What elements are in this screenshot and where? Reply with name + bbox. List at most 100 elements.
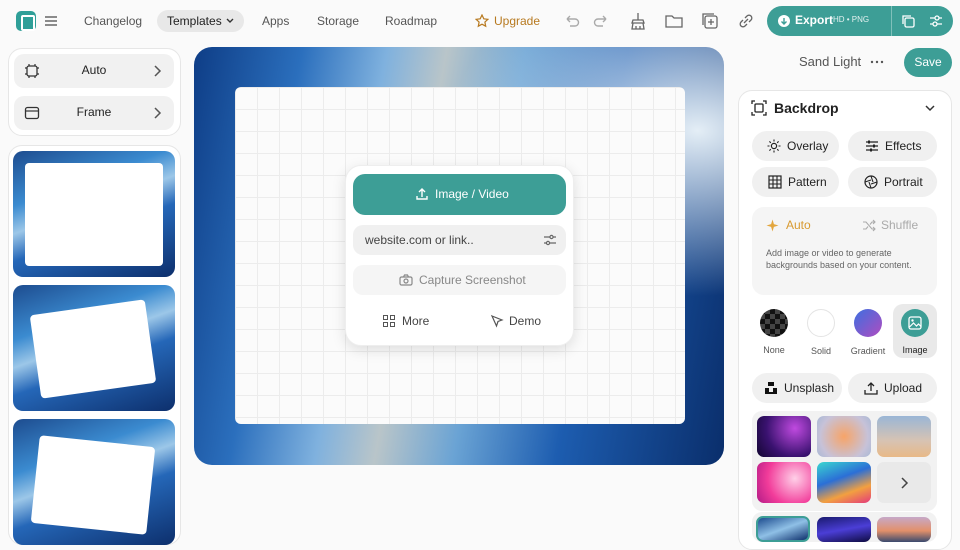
more-button[interactable]: More bbox=[382, 312, 452, 330]
backdrop-thumb[interactable] bbox=[817, 462, 871, 503]
nav-roadmap[interactable]: Roadmap bbox=[385, 10, 437, 32]
backdrop-image-tab[interactable]: Image bbox=[893, 304, 937, 358]
backdrop-thumb[interactable] bbox=[757, 416, 811, 457]
capture-label: Capture Screenshot bbox=[419, 273, 526, 287]
effects-button[interactable]: Effects bbox=[848, 131, 937, 161]
backdrop-gradient-swatch[interactable] bbox=[854, 309, 882, 337]
auto-layout-button[interactable]: Auto bbox=[14, 54, 174, 88]
effects-label: Effects bbox=[885, 139, 922, 153]
sparkle-icon bbox=[766, 219, 779, 232]
upload-icon bbox=[864, 381, 878, 395]
capture-screenshot-button[interactable]: Capture Screenshot bbox=[353, 265, 566, 295]
upload-icon bbox=[415, 187, 429, 201]
backdrop-thumb-selected[interactable] bbox=[756, 516, 810, 542]
upload-backdrop-label: Upload bbox=[884, 381, 923, 395]
export-divider bbox=[891, 6, 892, 36]
sun-icon bbox=[767, 139, 781, 153]
upload-backdrop-button[interactable]: Upload bbox=[848, 373, 937, 403]
upload-label: Image / Video bbox=[435, 187, 509, 201]
aperture-icon bbox=[864, 175, 878, 189]
pattern-button[interactable]: Pattern bbox=[752, 167, 839, 197]
backdrop-thumb[interactable] bbox=[817, 517, 871, 542]
grid-icon bbox=[382, 314, 396, 328]
folder-icon[interactable] bbox=[663, 10, 685, 32]
upload-image-video-button[interactable]: Image / Video bbox=[353, 174, 566, 215]
backdrop-thumb[interactable] bbox=[877, 517, 931, 542]
nav-changelog[interactable]: Changelog bbox=[84, 10, 142, 32]
grid-pattern-icon bbox=[768, 175, 782, 189]
frame-button[interactable]: Frame bbox=[14, 96, 174, 130]
copy-icon[interactable] bbox=[900, 13, 916, 29]
export-button[interactable]: Export HD • PNG bbox=[767, 6, 953, 36]
chevron-right-icon bbox=[152, 106, 162, 120]
portrait-label: Portrait bbox=[884, 175, 923, 189]
backdrop-icon bbox=[751, 100, 767, 116]
backdrop-thumb[interactable] bbox=[817, 416, 871, 457]
theme-name[interactable]: Sand Light bbox=[799, 54, 861, 69]
collapse-chevron-icon[interactable] bbox=[924, 102, 936, 114]
camera-icon bbox=[399, 274, 413, 286]
auto-description: Add image or video to generate backgroun… bbox=[766, 248, 912, 270]
backdrop-thumb[interactable] bbox=[877, 416, 931, 457]
auto-backdrop-label: Auto bbox=[786, 218, 811, 232]
preset-card bbox=[29, 299, 157, 399]
nav-templates[interactable]: Templates bbox=[157, 10, 244, 32]
nav-apps[interactable]: Apps bbox=[262, 10, 289, 32]
backdrop-title: Backdrop bbox=[774, 100, 839, 116]
backdrop-gradient-label: Gradient bbox=[850, 346, 886, 356]
preset-card bbox=[25, 163, 163, 266]
backdrop-thumb[interactable] bbox=[757, 462, 811, 503]
undo-icon[interactable] bbox=[560, 10, 582, 32]
duplicate-add-icon[interactable] bbox=[699, 10, 721, 32]
demo-button[interactable]: Demo bbox=[490, 312, 560, 330]
top-bar: Changelog Templates Apps Storage Roadmap… bbox=[0, 0, 960, 42]
more-backdrops-button[interactable] bbox=[877, 462, 931, 503]
more-options-icon[interactable] bbox=[870, 54, 884, 70]
shuffle-icon bbox=[862, 219, 876, 232]
layout-preset-tilted-right[interactable] bbox=[13, 419, 175, 545]
overlay-button[interactable]: Overlay bbox=[752, 131, 839, 161]
hamburger-menu-icon[interactable] bbox=[42, 10, 64, 32]
overlay-label: Overlay bbox=[787, 139, 829, 153]
chevron-right-icon bbox=[899, 476, 909, 490]
chevron-right-icon bbox=[152, 64, 162, 78]
cursor-icon bbox=[490, 314, 504, 328]
link-icon[interactable] bbox=[735, 10, 757, 32]
unsplash-icon bbox=[764, 381, 778, 395]
save-button[interactable]: Save bbox=[904, 48, 952, 77]
export-label: Export bbox=[795, 13, 834, 27]
input-settings-icon[interactable] bbox=[543, 233, 557, 247]
demo-label: Demo bbox=[509, 314, 542, 328]
more-label: More bbox=[402, 314, 430, 328]
pattern-label: Pattern bbox=[788, 175, 827, 189]
shuffle-label: Shuffle bbox=[881, 218, 919, 232]
app-logo[interactable] bbox=[16, 11, 36, 31]
preset-card bbox=[30, 435, 156, 535]
backdrop-solid-swatch[interactable] bbox=[807, 309, 835, 337]
upgrade-label: Upgrade bbox=[494, 14, 541, 28]
backdrop-none-swatch[interactable] bbox=[760, 309, 788, 337]
backdrop-image-label: Image bbox=[902, 345, 928, 355]
nav-storage[interactable]: Storage bbox=[317, 10, 359, 32]
unsplash-label: Unsplash bbox=[784, 381, 835, 395]
auto-label: Auto bbox=[81, 63, 107, 77]
layout-preset-flat[interactable] bbox=[13, 151, 175, 277]
image-icon bbox=[901, 309, 929, 337]
nav-templates-label: Templates bbox=[167, 14, 222, 28]
frame-label: Frame bbox=[76, 105, 112, 119]
backdrop-solid-label: Solid bbox=[810, 346, 831, 356]
chevron-down-icon bbox=[225, 10, 235, 32]
sliders-icon bbox=[865, 139, 879, 153]
website-link-input[interactable]: website.com or link.. bbox=[353, 225, 566, 255]
backdrop-none-label: None bbox=[763, 345, 785, 355]
export-format: HD • PNG bbox=[833, 15, 870, 24]
download-circle-icon bbox=[777, 14, 791, 28]
redo-icon[interactable] bbox=[591, 10, 613, 32]
link-input-placeholder: website.com or link.. bbox=[365, 233, 474, 247]
settings-sliders-icon[interactable] bbox=[928, 13, 944, 29]
broom-icon[interactable] bbox=[627, 10, 649, 32]
unsplash-button[interactable]: Unsplash bbox=[752, 373, 842, 403]
layout-preset-tilted-left[interactable] bbox=[13, 285, 175, 411]
portrait-button[interactable]: Portrait bbox=[848, 167, 937, 197]
star-icon bbox=[475, 14, 489, 28]
